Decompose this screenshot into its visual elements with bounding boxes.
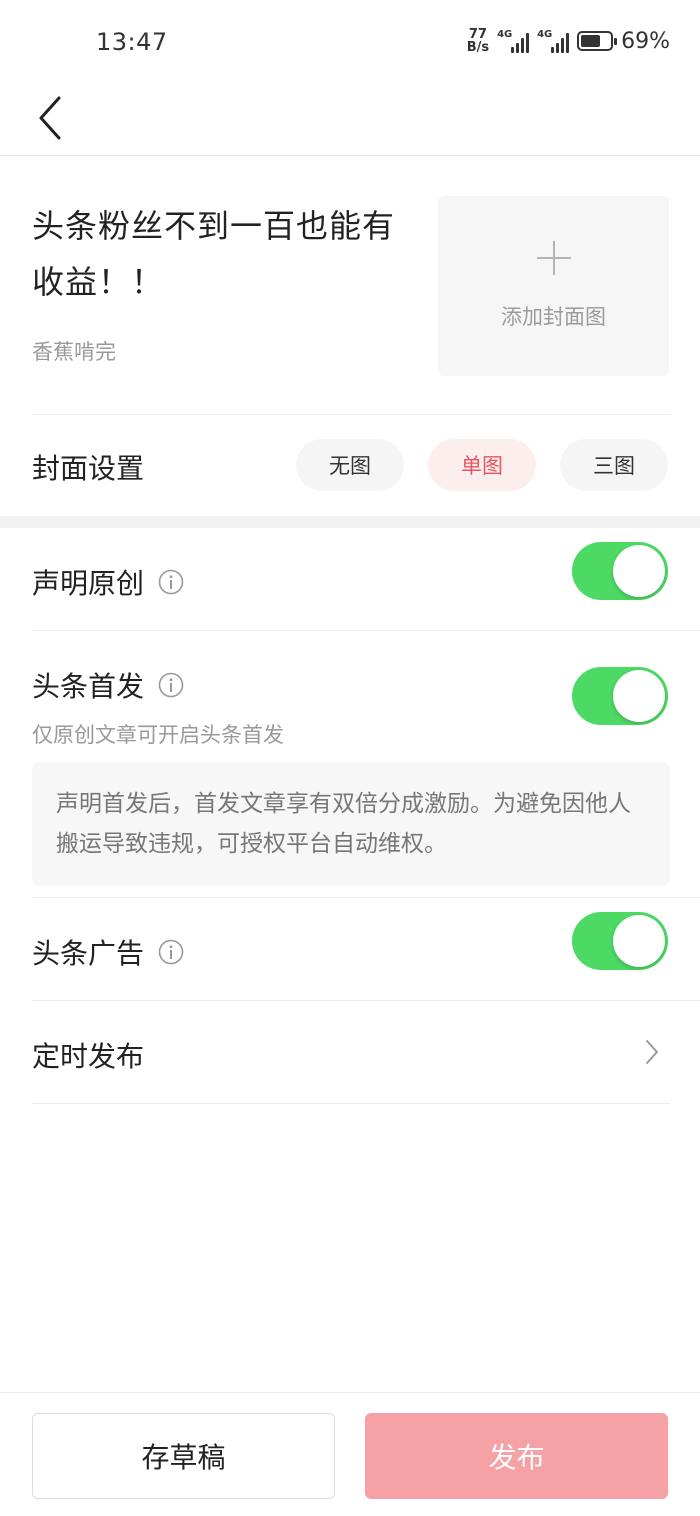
net-speed-unit: B/s (466, 40, 490, 55)
setting-first-publish: 头条首发 仅原创文章可开启头条首发 声明首发后，首发文章享有双倍分成激励。为避免… (32, 631, 670, 897)
setting-schedule-label: 定时发布 (32, 1040, 145, 1073)
back-button[interactable] (30, 90, 70, 146)
info-icon[interactable] (158, 569, 184, 595)
signal-2-icon: 4G (537, 29, 570, 53)
add-cover-button[interactable]: 添加封面图 (438, 196, 669, 376)
plus-icon (536, 241, 571, 275)
article-author: 香蕉啃完 (32, 340, 116, 364)
first-publish-sub: 仅原创文章可开启头条首发 (32, 723, 284, 747)
cover-settings: 封面设置 无图 单图 三图 (32, 414, 670, 516)
row-separator (32, 1103, 670, 1104)
nav-bar (0, 86, 700, 156)
chevron-right-icon (646, 1040, 658, 1064)
battery-icon (577, 31, 618, 51)
cover-option-none[interactable]: 无图 (296, 439, 404, 491)
cover-option-three[interactable]: 三图 (560, 439, 668, 491)
article-header: 头条粉丝不到一百也能有收益！！ 香蕉啃完 添加封面图 (0, 156, 700, 414)
net-speed: 77 B/s (467, 28, 489, 54)
article-title[interactable]: 头条粉丝不到一百也能有收益！！ (32, 198, 402, 310)
section-divider (0, 516, 700, 528)
cover-settings-label: 封面设置 (32, 452, 145, 485)
bottom-action-bar: 存草稿 发布 (0, 1392, 700, 1516)
signal-1-icon: 4G (497, 29, 530, 53)
setting-ads: 头条广告 (32, 898, 670, 1000)
battery-fill (581, 35, 601, 47)
first-publish-toggle[interactable] (572, 667, 668, 725)
status-bar: 13:47 77 B/s 4G 4G 69% (0, 0, 700, 86)
setting-schedule[interactable]: 定时发布 (32, 1001, 670, 1103)
status-icons: 77 B/s 4G 4G 69% (467, 28, 670, 54)
ads-toggle[interactable] (572, 912, 668, 970)
setting-original: 声明原创 (32, 528, 670, 630)
signal-2-tag: 4G (537, 29, 553, 40)
add-cover-label: 添加封面图 (501, 305, 606, 329)
chevron-left-icon (39, 96, 61, 140)
battery-percent: 69% (621, 28, 670, 54)
info-icon[interactable] (158, 939, 184, 965)
info-icon[interactable] (158, 672, 184, 698)
setting-original-label: 声明原创 (32, 567, 145, 600)
setting-ads-label: 头条广告 (32, 937, 145, 970)
save-draft-button[interactable]: 存草稿 (32, 1413, 335, 1499)
setting-first-publish-label: 头条首发 (32, 670, 145, 703)
first-publish-notice: 声明首发后，首发文章享有双倍分成激励。为避免因他人搬运导致违规，可授权平台自动维… (32, 762, 670, 886)
signal-1-tag: 4G (497, 29, 513, 40)
status-time: 13:47 (96, 28, 168, 56)
publish-button[interactable]: 发布 (365, 1413, 668, 1499)
cover-option-single[interactable]: 单图 (428, 439, 536, 491)
original-toggle[interactable] (572, 542, 668, 600)
